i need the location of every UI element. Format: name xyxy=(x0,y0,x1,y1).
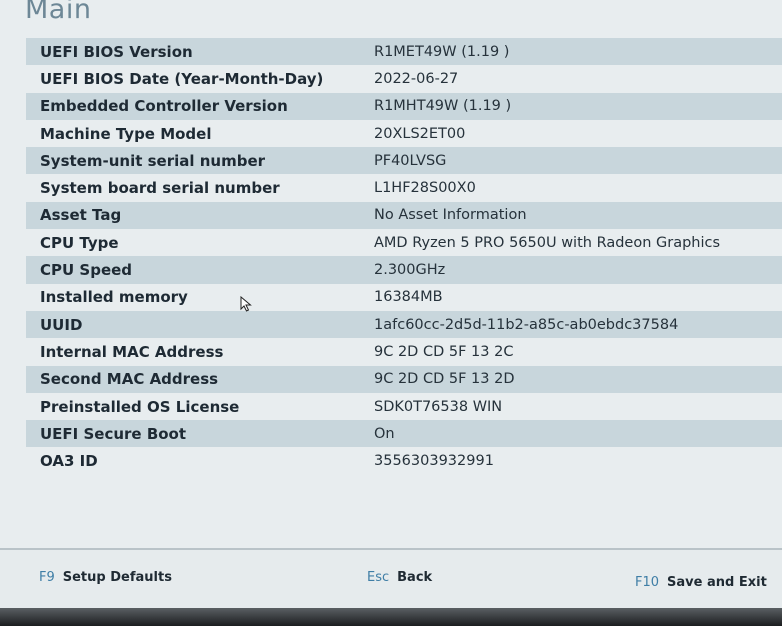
system-info-table: UEFI BIOS Version R1MET49W (1.19 ) UEFI … xyxy=(26,38,782,475)
row-label: Installed memory xyxy=(40,288,188,307)
row-value: L1HF28S00X0 xyxy=(374,180,476,197)
info-row-asset-tag: Asset Tag No Asset Information xyxy=(26,201,782,230)
save-and-exit-hint[interactable]: F10 Save and Exit xyxy=(635,575,767,590)
screen-bezel xyxy=(0,608,782,626)
mouse-pointer-icon xyxy=(240,296,252,312)
info-row-cpu-type: CPU Type AMD Ryzen 5 PRO 5650U with Rade… xyxy=(26,229,782,256)
info-row-cpu-speed: CPU Speed 2.300GHz xyxy=(26,256,782,284)
row-value: AMD Ryzen 5 PRO 5650U with Radeon Graphi… xyxy=(374,234,721,251)
info-row-internal-mac: Internal MAC Address 9C 2D CD 5F 13 2C xyxy=(26,338,782,365)
row-value: 9C 2D CD 5F 13 2C xyxy=(374,343,514,360)
f9-key: F9 xyxy=(39,570,55,585)
row-value: 9C 2D CD 5F 13 2D xyxy=(374,371,515,388)
back-label: Back xyxy=(397,570,433,585)
row-label: CPU Type xyxy=(40,233,119,252)
row-label: System board serial number xyxy=(40,179,280,198)
info-row-second-mac: Second MAC Address 9C 2D CD 5F 13 2D xyxy=(26,365,782,393)
save-and-exit-label: Save and Exit xyxy=(667,575,767,590)
row-label: CPU Speed xyxy=(40,261,133,280)
esc-key: Esc xyxy=(367,570,390,585)
info-row-bios-date: UEFI BIOS Date (Year-Month-Day) 2022-06-… xyxy=(26,65,782,92)
row-label: Embedded Controller Version xyxy=(40,97,288,116)
row-value: 1afc60cc-2d5d-11b2-a85c-ab0ebdc37584 xyxy=(374,316,679,333)
info-row-secure-boot: UEFI Secure Boot On xyxy=(26,420,782,448)
row-label: UEFI BIOS Date (Year-Month-Day) xyxy=(40,69,324,88)
info-row-system-serial: System-unit serial number PF40LVSG xyxy=(26,147,782,175)
back-hint[interactable]: Esc Back xyxy=(367,570,432,585)
info-row-machine-type: Machine Type Model 20XLS2ET00 xyxy=(26,120,782,147)
row-label: OA3 ID xyxy=(40,452,98,471)
row-value: SDK0T76538 WIN xyxy=(374,398,503,415)
row-value: 2.300GHz xyxy=(374,262,446,279)
row-label: UUID xyxy=(40,315,83,334)
row-value: 20XLS2ET00 xyxy=(374,125,466,142)
row-value: 2022-06-27 xyxy=(374,70,459,87)
row-value: R1MET49W (1.19 ) xyxy=(374,43,510,60)
info-row-memory: Installed memory 16384MB xyxy=(26,284,782,311)
info-row-bios-version: UEFI BIOS Version R1MET49W (1.19 ) xyxy=(26,38,782,66)
row-value: No Asset Information xyxy=(374,207,527,224)
row-label: UEFI BIOS Version xyxy=(40,42,193,61)
row-label: Asset Tag xyxy=(40,206,122,225)
info-row-os-license: Preinstalled OS License SDK0T76538 WIN xyxy=(26,393,782,420)
info-row-board-serial: System board serial number L1HF28S00X0 xyxy=(26,174,782,201)
row-value: R1MHT49W (1.19 ) xyxy=(374,98,512,115)
row-value: On xyxy=(374,425,395,442)
row-value: PF40LVSG xyxy=(374,152,447,169)
info-row-uuid: UUID 1afc60cc-2d5d-11b2-a85c-ab0ebdc3758… xyxy=(26,310,782,339)
row-label: Internal MAC Address xyxy=(40,342,224,361)
row-label: Machine Type Model xyxy=(40,124,212,143)
row-label: System-unit serial number xyxy=(40,151,266,170)
setup-defaults-hint[interactable]: F9 Setup Defaults xyxy=(39,570,172,585)
f10-key: F10 xyxy=(635,575,660,590)
info-row-ec-version: Embedded Controller Version R1MHT49W (1.… xyxy=(26,92,782,120)
row-label: Second MAC Address xyxy=(40,370,219,389)
row-value: 16384MB xyxy=(374,289,443,306)
info-row-oa3-id: OA3 ID 3556303932991 xyxy=(26,447,782,474)
page-title: Main xyxy=(25,0,92,25)
row-value: 3556303932991 xyxy=(374,453,494,470)
row-label: Preinstalled OS License xyxy=(40,397,240,416)
setup-defaults-label: Setup Defaults xyxy=(62,570,172,585)
row-label: UEFI Secure Boot xyxy=(40,424,187,443)
